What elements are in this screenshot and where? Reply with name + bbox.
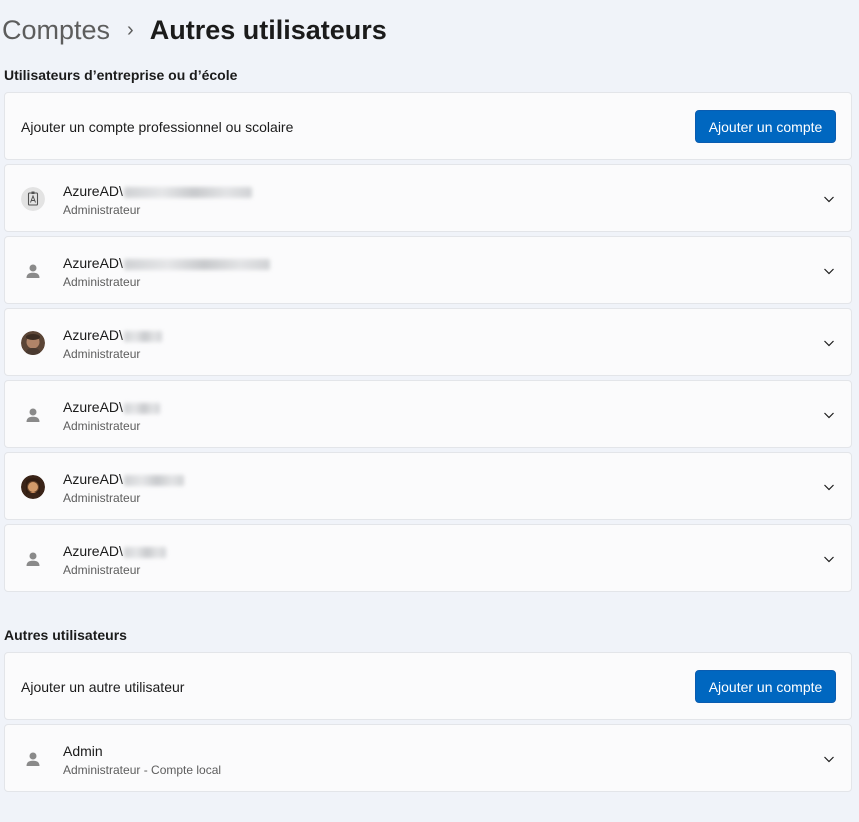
redacted-username	[123, 546, 166, 558]
redacted-username	[123, 402, 160, 414]
add-work-account-label: Ajouter un compte professionnel ou scola…	[21, 119, 294, 135]
chevron-down-icon[interactable]	[823, 337, 835, 349]
user-card-4[interactable]: AzureAD\ Administrateur	[4, 380, 852, 448]
breadcrumb-parent-link[interactable]: Comptes	[2, 15, 110, 46]
breadcrumb-chevron-icon: ›	[127, 18, 134, 41]
user-name: AzureAD\	[63, 255, 270, 271]
user-role: Administrateur	[63, 275, 141, 289]
person-icon	[21, 747, 45, 771]
add-other-user-card: Ajouter un autre utilisateur Ajouter un …	[4, 652, 852, 720]
user-card-1[interactable]: AzureAD\ Administrateur	[4, 164, 852, 232]
badge-icon	[21, 187, 45, 211]
user-name: AzureAD\	[63, 471, 184, 487]
redacted-username	[123, 186, 252, 198]
user-role: Administrateur - Compte local	[63, 763, 222, 777]
chevron-down-icon[interactable]	[823, 553, 835, 565]
redacted-username	[123, 330, 162, 342]
page-title: Autres utilisateurs	[149, 14, 387, 45]
person-icon	[21, 403, 45, 427]
section-title-work-school: Utilisateurs d’entreprise ou d’école	[4, 67, 238, 83]
chevron-down-icon[interactable]	[823, 409, 835, 421]
user-role: Administrateur	[63, 419, 141, 433]
add-work-account-card: Ajouter un compte professionnel ou scola…	[4, 92, 852, 160]
user-card-2[interactable]: AzureAD\ Administrateur	[4, 236, 852, 304]
add-work-account-button[interactable]: Ajouter un compte	[695, 110, 836, 143]
user-role: Administrateur	[63, 347, 141, 361]
user-photo-avatar	[21, 475, 45, 499]
user-card-3[interactable]: AzureAD\ Administrateur	[4, 308, 852, 376]
add-other-user-label: Ajouter un autre utilisateur	[21, 679, 185, 695]
redacted-username	[123, 258, 270, 270]
user-role: Administrateur	[63, 491, 141, 505]
user-name: AzureAD\	[63, 399, 160, 415]
person-icon	[21, 259, 45, 283]
person-icon	[21, 547, 45, 571]
add-other-user-button[interactable]: Ajouter un compte	[695, 670, 836, 703]
chevron-down-icon[interactable]	[823, 481, 835, 493]
user-role: Administrateur	[63, 563, 141, 577]
chevron-down-icon[interactable]	[823, 193, 835, 205]
redacted-username	[123, 474, 184, 486]
user-name: AzureAD\	[63, 327, 162, 343]
user-photo-avatar	[21, 331, 45, 355]
chevron-down-icon[interactable]	[823, 753, 835, 765]
chevron-down-icon[interactable]	[823, 265, 835, 277]
user-name: Admin	[63, 743, 103, 759]
breadcrumb: Comptes › Autres utilisateurs	[2, 12, 387, 48]
user-name: AzureAD\	[63, 543, 166, 559]
user-card-5[interactable]: AzureAD\ Administrateur	[4, 452, 852, 520]
user-card-6[interactable]: AzureAD\ Administrateur	[4, 524, 852, 592]
user-card-admin[interactable]: Admin Administrateur - Compte local	[4, 724, 852, 792]
user-name: AzureAD\	[63, 183, 252, 199]
section-title-other-users: Autres utilisateurs	[4, 627, 127, 643]
user-role: Administrateur	[63, 203, 141, 217]
